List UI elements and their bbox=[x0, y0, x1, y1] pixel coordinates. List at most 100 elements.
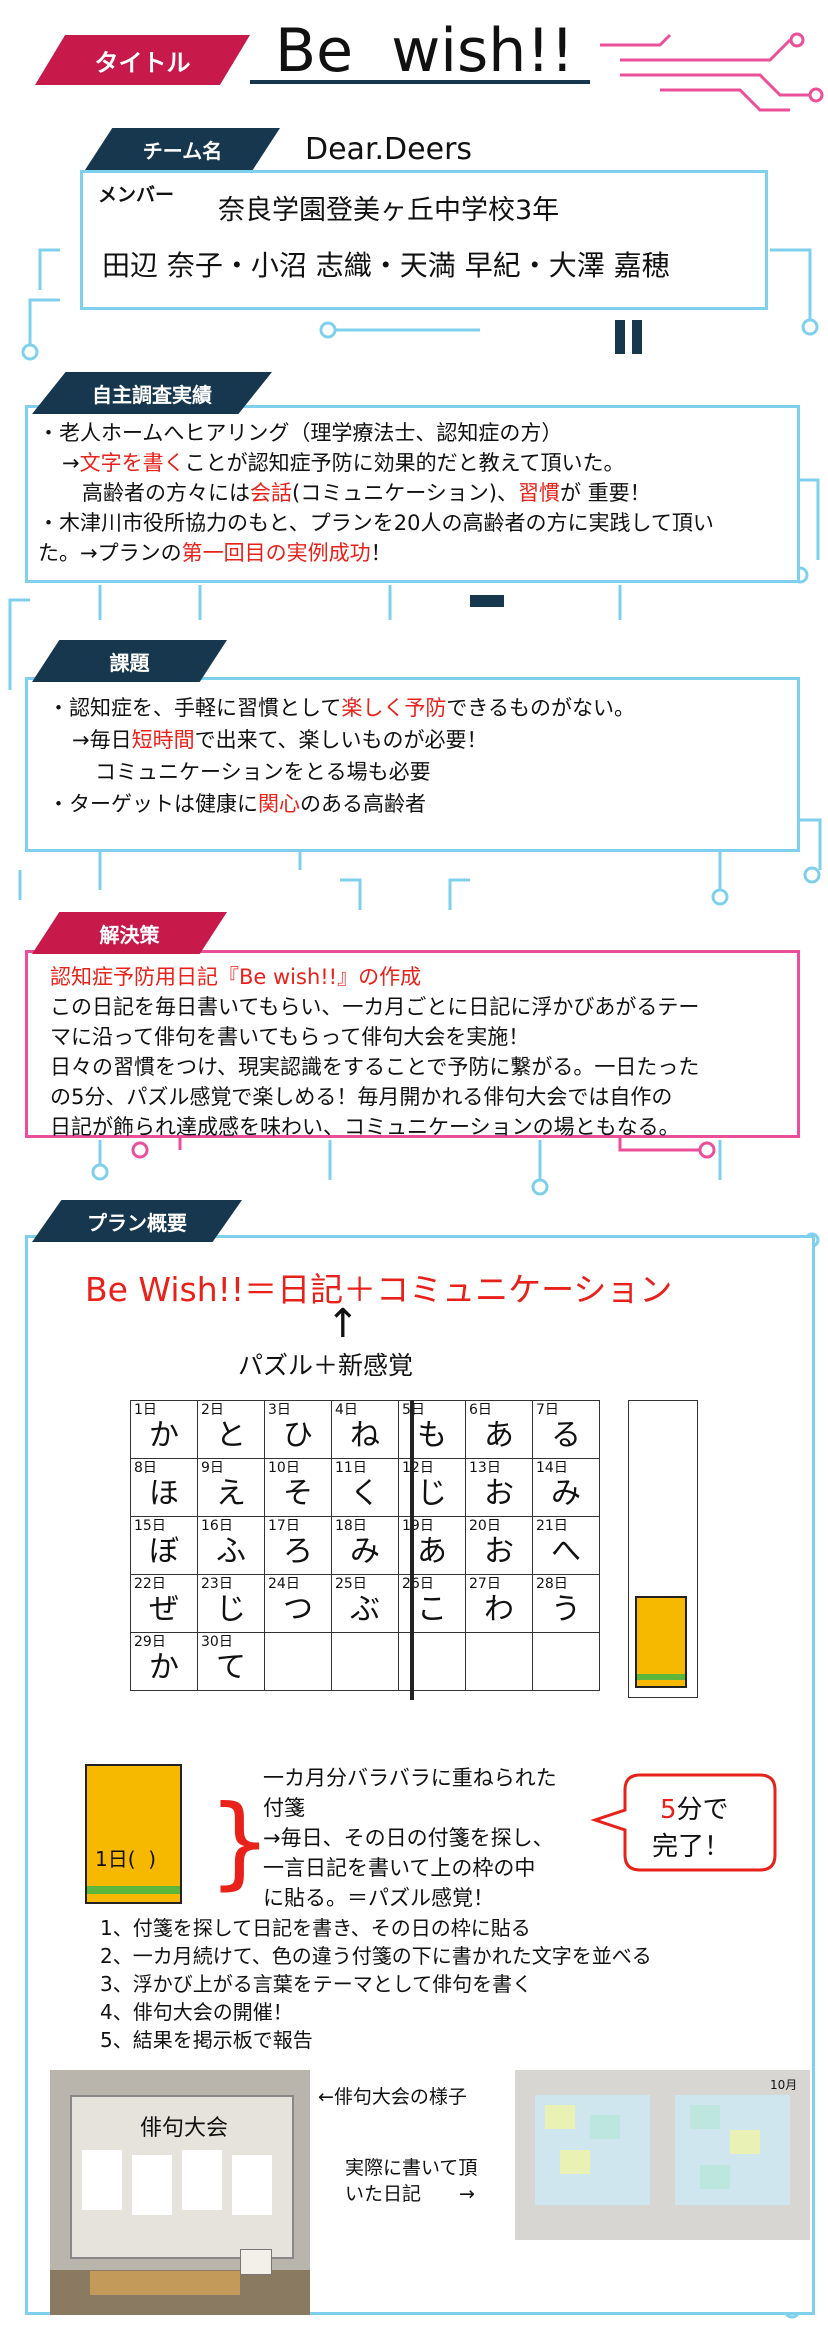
calendar-char: じ bbox=[417, 1476, 447, 1511]
calendar-cell: 26日こ bbox=[398, 1574, 466, 1633]
step-4: 4、俳句大会の開催！ bbox=[100, 2000, 293, 2024]
calendar-char: つ bbox=[283, 1592, 313, 1627]
calendar-char: あ bbox=[484, 1418, 514, 1453]
highlight-text: 第一回目の実例成功 bbox=[181, 541, 371, 565]
calendar-cell: 2日と bbox=[197, 1400, 265, 1459]
sticky-note: 1日( ) bbox=[85, 1764, 182, 1904]
calendar-cell bbox=[264, 1632, 332, 1691]
calendar-cell: 15日ぼ bbox=[130, 1516, 198, 1575]
diary-board-photo: 10月 bbox=[515, 2070, 810, 2240]
body-text: た。→プランの bbox=[38, 541, 182, 565]
research-line-3: 高齢者の方々には会話(コミュニケーション)、習慣が 重要！ bbox=[82, 478, 651, 509]
sticky-small bbox=[690, 2105, 720, 2129]
body-text: が 重要！ bbox=[559, 481, 651, 505]
body-text: ・認知症を、手軽に習慣として bbox=[48, 696, 342, 720]
calendar-row: 29日か 30日て bbox=[130, 1632, 600, 1691]
issue-line-3: コミュニケーションをとる場も必要 bbox=[95, 760, 431, 784]
bubble-text-2: 完了！ bbox=[652, 1832, 731, 1862]
body-text: できるものがない。 bbox=[446, 696, 635, 720]
calendar-char: ね bbox=[350, 1418, 380, 1453]
calendar-char: ふ bbox=[216, 1534, 246, 1569]
calendar-char: と bbox=[216, 1418, 246, 1453]
desc-line-1: 一カ月分バラバラに重ねられた bbox=[263, 1766, 557, 1790]
calendar-char: み bbox=[551, 1476, 581, 1511]
sticky-small bbox=[590, 2115, 620, 2139]
calendar-cell: 20日お bbox=[465, 1516, 533, 1575]
calendar-cell: 28日う bbox=[532, 1574, 600, 1633]
calendar-char: あ bbox=[417, 1534, 447, 1569]
issue-line-4: ・ターゲットは健康に関心のある高齢者 bbox=[48, 789, 426, 820]
solution-line-1: 認知症予防用日記『Be wish!!』の作成 bbox=[50, 965, 422, 989]
calendar-char: る bbox=[551, 1418, 581, 1453]
arrow-text: → bbox=[62, 451, 80, 475]
calendar-char: か bbox=[149, 1418, 179, 1453]
calendar-char: ぜ bbox=[149, 1592, 179, 1627]
calendar-cell: 22日ぜ bbox=[130, 1574, 198, 1633]
plan-formula: Be Wish!!＝日記＋コミュニケーション bbox=[85, 1270, 673, 1309]
calendar-row: 8日ほ 9日え 10日そ 11日く 12日じ 13日お 14日み bbox=[130, 1458, 600, 1517]
desc-line-2: 付箋 bbox=[263, 1796, 305, 1820]
photo-bench bbox=[90, 2271, 240, 2295]
calendar-cell: 9日え bbox=[197, 1458, 265, 1517]
solution-line-6: 日記が飾られ達成感を味わい、コミュニケーションの場ともなる。 bbox=[50, 1115, 680, 1139]
calendar-cell: 5日も bbox=[398, 1400, 466, 1459]
body-text: ！ bbox=[370, 541, 392, 565]
sticky-small bbox=[545, 2105, 575, 2129]
desc-line-3: →毎日、その日の付箋を探し、 bbox=[263, 1826, 554, 1850]
photo-box bbox=[240, 2249, 272, 2275]
calendar-char: か bbox=[149, 1650, 179, 1685]
calendar-cell: 16日ふ bbox=[197, 1516, 265, 1575]
calendar-divider bbox=[410, 1400, 414, 1700]
calendar-char: ぶ bbox=[350, 1592, 380, 1627]
step-2: 2、一カ月続けて、色の違う付箋の下に書かれた文字を並べる bbox=[100, 1944, 652, 1968]
photo-month: 10月 bbox=[770, 2078, 798, 2092]
issue-line-2: →毎日短時間で出来て、楽しいものが必要！ bbox=[72, 725, 488, 756]
body-text: で出来て、楽しいものが必要！ bbox=[194, 728, 488, 752]
page-title: Be wish!! bbox=[275, 16, 575, 86]
calendar-row: 15日ぼ 16日ふ 17日ろ 18日み 19日あ 20日お 21日へ bbox=[130, 1516, 600, 1575]
calendar-cell: 6日あ bbox=[465, 1400, 533, 1459]
photo2-caption-2: いた日記 → bbox=[345, 2183, 475, 2205]
calendar-cell: 14日み bbox=[532, 1458, 600, 1517]
photo1-caption: ←俳句大会の様子 bbox=[318, 2086, 467, 2108]
haiku-event-photo: 俳句大会 bbox=[50, 2070, 310, 2315]
calendar-cell: 27日わ bbox=[465, 1574, 533, 1633]
highlight-text: 文字を書く bbox=[79, 451, 185, 475]
plan-tag: プラン概要 bbox=[32, 1200, 242, 1242]
sticky-stripe bbox=[637, 1674, 685, 1680]
school-name: 奈良学園登美ヶ丘中学校3年 bbox=[218, 195, 560, 226]
research-line-1: ・老人ホームへヒアリング（理学療法士、認知症の方） bbox=[38, 421, 563, 445]
calendar-char: ほ bbox=[149, 1476, 179, 1511]
calendar-cell: 29日か bbox=[130, 1632, 198, 1691]
desc-line-5: に貼る。＝パズル感覚！ bbox=[263, 1886, 494, 1910]
calendar-char: て bbox=[216, 1650, 246, 1685]
solution-line-4: 日々の習慣をつけ、現実認識をすることで予防に繋がる。一日たった bbox=[50, 1055, 700, 1079]
calendar-char: お bbox=[484, 1476, 514, 1511]
calendar-char: こ bbox=[417, 1592, 447, 1627]
calendar-char: う bbox=[551, 1592, 581, 1627]
body-text: ・ターゲットは健康に bbox=[48, 792, 258, 816]
calendar-char: く bbox=[350, 1476, 380, 1511]
highlight-text: 習慣 bbox=[517, 481, 560, 505]
research-line-2: →文字を書くことが認知症予防に効果的だと教えて頂いた。 bbox=[62, 448, 625, 479]
research-tag: 自主調査実績 bbox=[32, 372, 272, 414]
sticky-stripe bbox=[87, 1886, 180, 1894]
calendar-char: へ bbox=[551, 1534, 581, 1569]
calendar-cell: 25日ぶ bbox=[331, 1574, 399, 1633]
photo-sign: 俳句大会 bbox=[140, 2116, 229, 2141]
body-text: (コミュニケーション)、 bbox=[292, 481, 518, 505]
sticky-label: 1日( ) bbox=[95, 1847, 157, 1871]
calendar-row: 1日か2日と3日ひ4日ね5日も6日あ7日る bbox=[130, 1400, 600, 1459]
photo2-caption-1: 実際に書いて頂 bbox=[345, 2157, 478, 2179]
solution-line-2: この日記を毎日書いてもらい、一カ月ごとに日記に浮かびあがるテー bbox=[50, 995, 700, 1019]
calendar-cell: 30日て bbox=[197, 1632, 265, 1691]
calendar-cell bbox=[465, 1632, 533, 1691]
calendar-row: 22日ぜ 23日じ 24日つ 25日ぶ 26日こ 27日わ 28日う bbox=[130, 1574, 600, 1633]
issue-line-1: ・認知症を、手軽に習慣として楽しく予防できるものがない。 bbox=[48, 693, 635, 724]
body-text: 高齢者の方々には bbox=[82, 481, 250, 505]
highlight-text: 楽しく予防 bbox=[341, 696, 447, 720]
diary-calendar: 1日か2日と3日ひ4日ね5日も6日あ7日る8日ほ9日え10日そ11日く12日じ1… bbox=[130, 1400, 600, 1691]
calendar-cell bbox=[398, 1632, 466, 1691]
calendar-cell: 21日へ bbox=[532, 1516, 600, 1575]
desc-line-4: 一言日記を書いて上の枠の中 bbox=[263, 1856, 536, 1880]
